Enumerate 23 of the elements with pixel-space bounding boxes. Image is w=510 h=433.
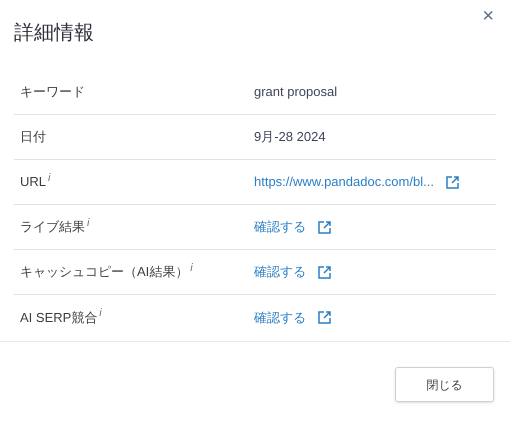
- field-label: キーワード: [20, 84, 85, 99]
- external-link-icon[interactable]: [318, 220, 331, 234]
- info-icon[interactable]: i: [87, 216, 90, 228]
- dialog-title: 詳細情報: [14, 22, 94, 44]
- external-link-icon[interactable]: [446, 176, 459, 188]
- close-dialog-button[interactable]: 閉じる: [395, 367, 494, 402]
- field-label: キャッシュコピー（AI結果）$^{i}$: [20, 264, 193, 279]
- field-label: 日付: [20, 129, 46, 144]
- value-link[interactable]: 確認する: [254, 308, 306, 328]
- close-button[interactable]: ×: [482, 6, 494, 26]
- info-icon[interactable]: i: [48, 172, 50, 184]
- value-link[interactable]: 確認する: [254, 217, 306, 237]
- field-value: 9月-28 2024: [254, 128, 326, 146]
- field-label: AI SERP競合$^{i}$: [20, 310, 102, 324]
- value-link[interactable]: 確認する: [254, 262, 306, 282]
- field-label: ライブ結果$^{i}$: [20, 219, 90, 234]
- external-link-icon[interactable]: [318, 266, 331, 278]
- field-label: URL$^{i}$: [20, 174, 50, 189]
- external-link-icon[interactable]: [318, 311, 331, 324]
- info-icon[interactable]: i: [99, 307, 102, 319]
- value-link[interactable]: https://www.pandadoc.com/bl...: [254, 172, 434, 192]
- field-value: grant proposal: [254, 83, 338, 102]
- info-icon[interactable]: i: [190, 262, 193, 274]
